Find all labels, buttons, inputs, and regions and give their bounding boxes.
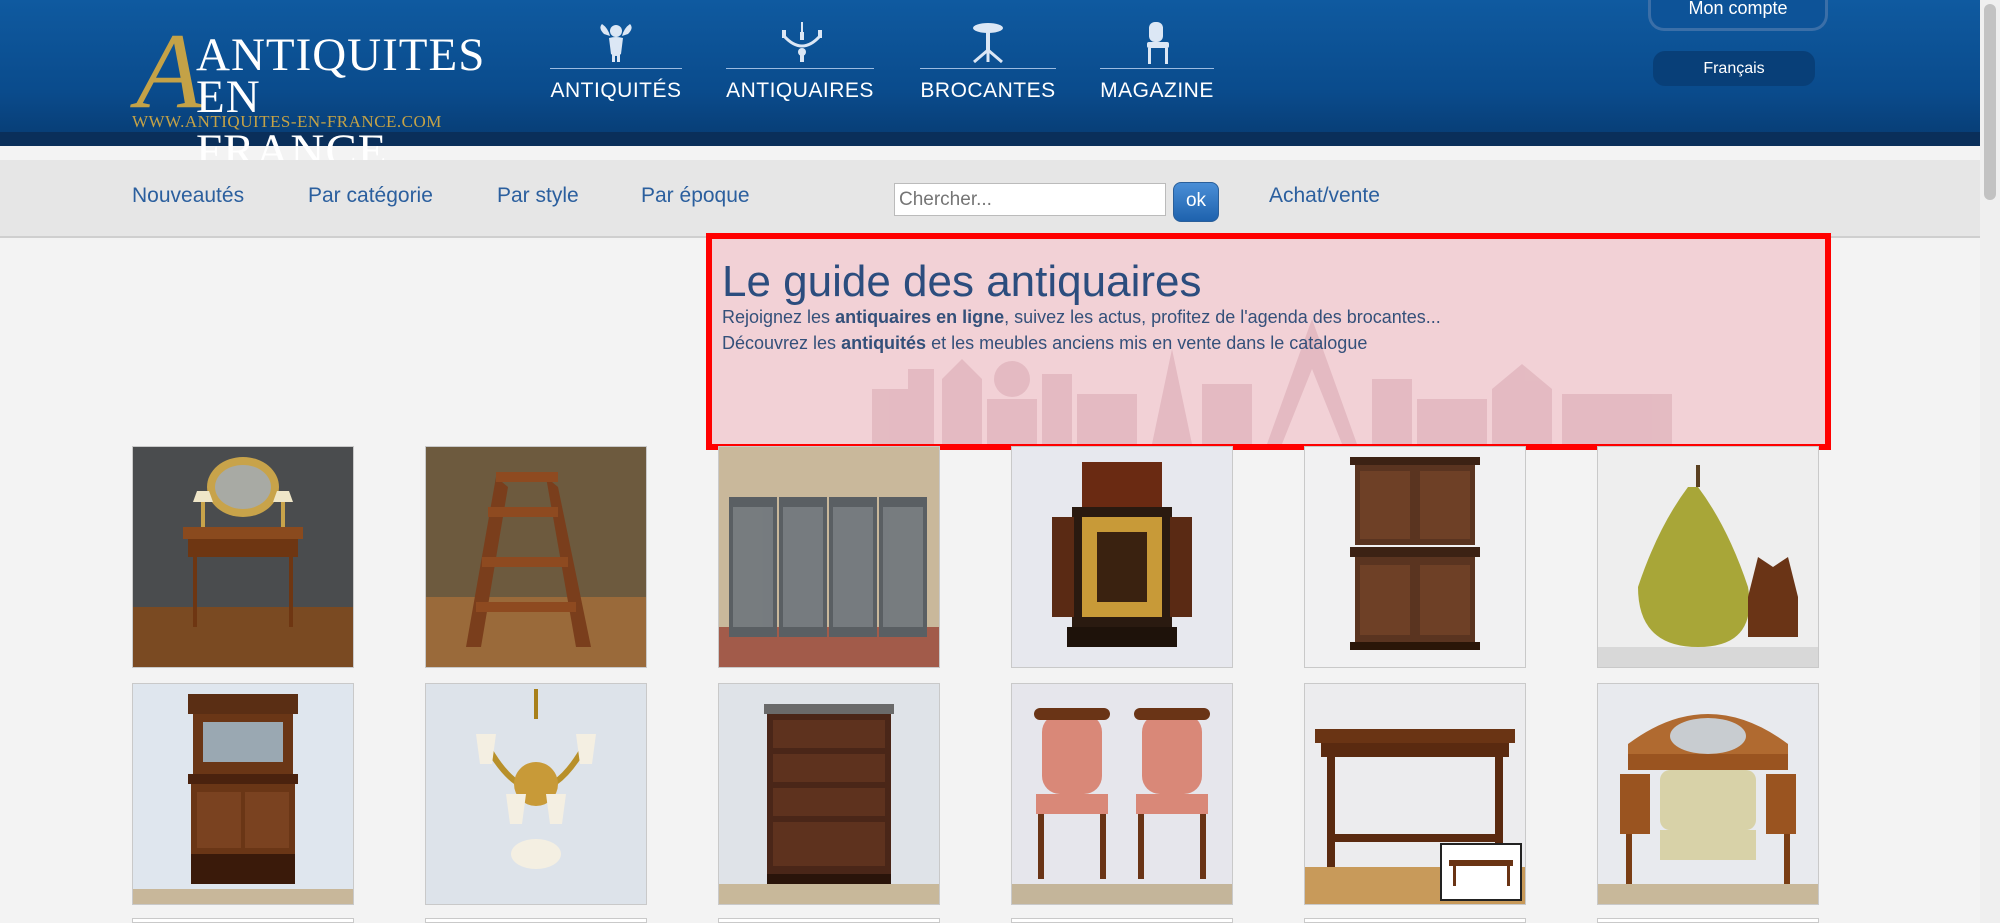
- product-thumbnail-library-step-ladder[interactable]: [425, 446, 647, 668]
- product-thumbnail-partial[interactable]: [132, 918, 354, 923]
- nav-antiquaires-label: ANTIQUAIRES: [726, 79, 874, 102]
- nav-brocantes-label: BROCANTES: [920, 79, 1056, 102]
- product-thumbnail-bronze-chandelier[interactable]: [425, 683, 647, 905]
- site-logo[interactable]: A ANTIQUITES EN FRANCE WWW.ANTIQUITES-EN…: [130, 18, 484, 178]
- product-image: [719, 684, 939, 904]
- logo-monogram-a: A: [136, 12, 202, 131]
- hero-banner: Le guide des antiquaires Rejoignez les a…: [706, 233, 1831, 450]
- cherub-icon: [596, 22, 636, 64]
- scrollbar[interactable]: [1980, 0, 2000, 923]
- product-image: [1305, 447, 1525, 667]
- product-thumbnail-bureau-plat-writing-desk[interactable]: [132, 446, 354, 668]
- antiquaires-en-ligne-link[interactable]: antiquaires en ligne: [835, 307, 1004, 327]
- product-thumbnail-partial[interactable]: [1304, 918, 1526, 923]
- subnav-par-style[interactable]: Par style: [497, 184, 579, 208]
- product-thumbnail-partial[interactable]: [425, 918, 647, 923]
- nav-brocantes[interactable]: BROCANTES: [920, 22, 1056, 103]
- logo-url: WWW.ANTIQUITES-EN-FRANCE.COM: [132, 112, 442, 131]
- search-input[interactable]: [894, 183, 1166, 216]
- pedestal-table-icon: [968, 22, 1008, 64]
- product-image: [1012, 447, 1232, 667]
- product-thumbnail-boulle-cabinet[interactable]: [1011, 446, 1233, 668]
- subnav-nouveautes[interactable]: Nouveautés: [132, 184, 244, 208]
- chair-icon: [1137, 22, 1177, 64]
- subnav-par-epoque[interactable]: Par époque: [641, 184, 750, 208]
- nav-antiquaires[interactable]: ANTIQUAIRES: [726, 22, 874, 103]
- search-ok-button[interactable]: ok: [1173, 182, 1219, 222]
- product-thumbnail-mirrored-sideboard[interactable]: [132, 683, 354, 905]
- hero-title: Le guide des antiquaires: [722, 257, 1202, 306]
- scrollbar-thumb[interactable]: [1984, 4, 1996, 200]
- hero-line-1: Rejoignez les antiquaires en ligne, suiv…: [722, 307, 1441, 327]
- subnav-achat-vente[interactable]: Achat/vente: [1269, 184, 1380, 208]
- product-image: [1012, 684, 1232, 904]
- product-image: [1305, 684, 1525, 904]
- antiquites-link[interactable]: antiquités: [841, 333, 926, 353]
- product-image: [133, 684, 353, 904]
- product-thumbnail-folding-screen[interactable]: [718, 446, 940, 668]
- product-thumbnail-dressing-table-bench[interactable]: [1597, 683, 1819, 905]
- hero-line-2: Découvrez les antiquités et les meubles …: [722, 333, 1368, 353]
- product-thumbnail-inlaid-buffet[interactable]: [1304, 446, 1526, 668]
- nav-antiquites[interactable]: ANTIQUITÉS: [550, 22, 682, 103]
- subnav-par-categorie[interactable]: Par catégorie: [308, 184, 433, 208]
- product-thumbnail-partial[interactable]: [1011, 918, 1233, 923]
- product-thumbnail-partial[interactable]: [718, 918, 940, 923]
- chandelier-icon: [780, 22, 822, 64]
- product-thumbnail-pair-of-armchairs[interactable]: [1011, 683, 1233, 905]
- product-image: [1598, 447, 1818, 667]
- sub-nav: Nouveautés Par catégorie Par style Par é…: [0, 160, 1980, 238]
- product-thumbnail-oak-table[interactable]: [1304, 683, 1526, 905]
- nav-antiquites-label: ANTIQUITÉS: [550, 79, 682, 102]
- product-thumbnail-chest-of-drawers[interactable]: [718, 683, 940, 905]
- product-image: [719, 447, 939, 667]
- language-selector[interactable]: Français: [1653, 51, 1815, 86]
- product-image: [426, 684, 646, 904]
- site-header: A ANTIQUITES EN FRANCE WWW.ANTIQUITES-EN…: [0, 0, 1980, 178]
- nav-magazine-label: MAGAZINE: [1100, 79, 1214, 102]
- product-thumbnail-partial[interactable]: [1597, 918, 1819, 923]
- nav-magazine[interactable]: MAGAZINE: [1100, 22, 1214, 103]
- product-image: [426, 447, 646, 667]
- product-thumbnail-pear-and-dog-sculpture[interactable]: [1597, 446, 1819, 668]
- account-button[interactable]: Mon compte: [1648, 0, 1828, 31]
- product-image: [1598, 684, 1818, 904]
- product-image: [133, 447, 353, 667]
